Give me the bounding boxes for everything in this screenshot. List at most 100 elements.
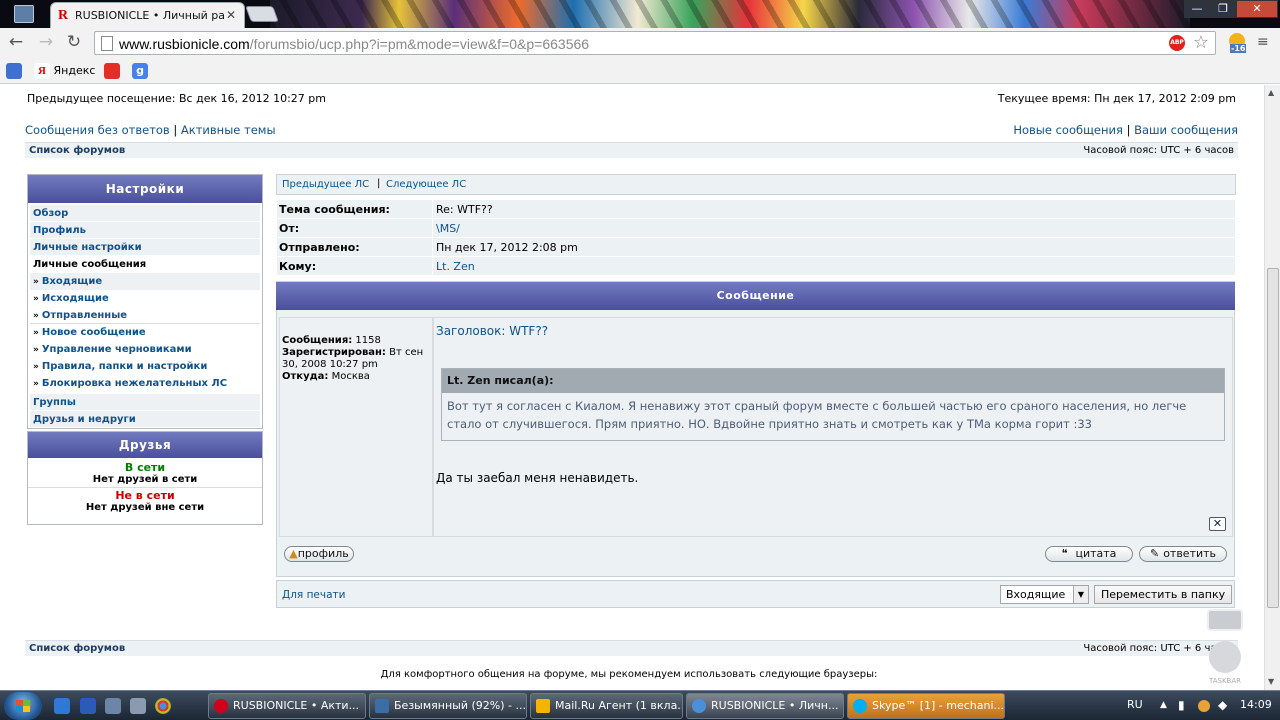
bottom-forum-list-link[interactable]: Список форумов: [29, 643, 125, 654]
reply-button[interactable]: ✎ ответить: [1139, 546, 1227, 562]
browser-tab[interactable]: R RUSBIONICLE • Личный раз ✕: [50, 2, 245, 28]
rusbionicle-favicon-icon: R: [58, 8, 69, 23]
pm-drafts[interactable]: » Управление черновиками: [30, 341, 260, 358]
page-scrollbar[interactable]: ▲ ▼: [1264, 85, 1280, 690]
taskbar-item-chrome[interactable]: RUSBIONICLE • Личн...: [686, 693, 844, 719]
network-icon[interactable]: ▮: [1178, 691, 1185, 719]
offline-empty-text: Нет друзей вне сети: [85, 502, 205, 513]
wrench-menu-icon[interactable]: ≡: [1257, 34, 1273, 50]
quote-button[interactable]: ❝ цитата: [1045, 546, 1133, 562]
bookmark-youtube[interactable]: [104, 62, 120, 79]
nav-profile[interactable]: Профиль: [30, 222, 260, 239]
arrow-icon: »: [33, 328, 39, 338]
arrow-icon: »: [33, 362, 39, 372]
folder-select[interactable]: Входящие ▼: [1000, 585, 1089, 604]
profile-button[interactable]: ▲профиль: [284, 546, 354, 562]
weather-extension-icon[interactable]: -16: [1224, 30, 1250, 56]
bookmarks-bar: Я Яндекс g: [0, 58, 1280, 84]
author-location: Москва: [331, 371, 370, 382]
next-pm-link[interactable]: Следующее ЛС: [386, 179, 466, 190]
friends-panel: Друзья В сети Нет друзей в сети Не в сет…: [27, 431, 263, 525]
back-button[interactable]: ←: [6, 33, 26, 53]
nav-preferences[interactable]: Личные настройки: [30, 239, 260, 256]
arrow-icon: »: [33, 311, 39, 321]
pm-rules[interactable]: » Правила, папки и настройки: [30, 358, 260, 375]
print-link[interactable]: Для печати: [282, 589, 345, 601]
unanswered-link[interactable]: Сообщения без ответов: [25, 123, 170, 137]
pm-compose[interactable]: » Новое сообщение: [30, 324, 260, 341]
maximize-button[interactable]: ❐: [1210, 0, 1236, 18]
forward-button[interactable]: →: [36, 33, 56, 53]
scroll-down-icon[interactable]: ▼: [1268, 677, 1274, 686]
url-path: /forumsbio/ucp.php?i=pm&mode=view&f=0&p=…: [249, 36, 590, 52]
word-icon[interactable]: [80, 698, 96, 714]
taskbar-item-mailru[interactable]: Mail.Ru Агент (1 вкла...: [530, 693, 683, 719]
show-hidden-icons-icon[interactable]: ▲: [1160, 691, 1167, 719]
bookmark-translate[interactable]: [6, 62, 22, 79]
chrome-icon[interactable]: [155, 698, 171, 714]
desktop-icon[interactable]: [105, 698, 121, 714]
nav-groups[interactable]: Группы: [30, 394, 260, 411]
taskbar-item-opera[interactable]: RUSBIONICLE • Акти...: [208, 693, 366, 719]
pm-inbox[interactable]: » Входящие: [30, 273, 260, 290]
bottom-breadcrumb-bar: Список форумов Часовой пояс: UTC + 6 час…: [25, 640, 1238, 657]
taskbar-item-skype[interactable]: Skype™ [1] - mechani...: [847, 693, 1005, 719]
bookmark-yandex[interactable]: Я Яндекс: [34, 62, 95, 79]
sender-link[interactable]: \MS/: [432, 219, 460, 238]
language-indicator[interactable]: RU: [1127, 691, 1143, 719]
app-icon[interactable]: [130, 698, 146, 714]
recipient-link[interactable]: Lt. Zen: [432, 257, 475, 276]
move-to-folder-button[interactable]: Переместить в папку: [1094, 585, 1233, 604]
forum-list-link[interactable]: Список форумов: [29, 145, 125, 156]
arrow-icon: »: [33, 345, 39, 355]
arrow-icon: »: [33, 277, 39, 287]
volume-icon[interactable]: ◆: [1218, 691, 1227, 719]
friends-title: Друзья: [28, 432, 262, 458]
minimize-button[interactable]: —: [1184, 0, 1210, 18]
address-bar[interactable]: www.rusbionicle.com/forumsbio/ucp.php?i=…: [94, 31, 1216, 55]
arrow-icon: »: [33, 294, 39, 304]
online-heading: В сети: [124, 461, 166, 474]
quick-links-right: Новые сообщения | Ваши сообщения: [1013, 123, 1238, 137]
prev-pm-link[interactable]: Предыдущее ЛС: [282, 179, 369, 190]
arrow-icon: »: [33, 379, 39, 389]
delete-icon[interactable]: ✕: [1209, 517, 1226, 531]
opera-icon: [214, 699, 228, 713]
new-posts-link[interactable]: Новые сообщения: [1013, 123, 1123, 137]
your-posts-link[interactable]: Ваши сообщения: [1134, 123, 1238, 137]
youtube-icon: [104, 63, 120, 79]
window-menu-icon[interactable]: [14, 5, 34, 23]
skype-icon: [853, 699, 867, 713]
taskbar-item-paint[interactable]: Безымянный (92%) - ...: [369, 693, 527, 719]
nav-friends-foes[interactable]: Друзья и недруги: [30, 411, 260, 428]
url-host: www.rusbionicle.com: [119, 36, 250, 52]
bookmark-star-icon[interactable]: ☆: [1193, 32, 1209, 53]
quick-links-left: Сообщения без ответов | Активные темы: [25, 123, 276, 137]
clock[interactable]: 14:09: [1240, 691, 1272, 719]
notification-icon[interactable]: [1198, 700, 1210, 712]
pm-block[interactable]: » Блокировка нежелательных ЛС: [30, 375, 260, 392]
taskbar-overlay-gadget[interactable]: TASKBAR: [1205, 605, 1245, 690]
browser-recommendation-text: Для комфортного общения на форуме, мы ре…: [380, 669, 878, 680]
translate-icon: [6, 63, 22, 79]
message-subject: Заголовок: WTF??: [436, 324, 549, 338]
start-button[interactable]: [4, 692, 42, 720]
reload-button[interactable]: ↻: [64, 33, 84, 53]
pm-sent[interactable]: » Отправленные: [30, 307, 260, 324]
from-row: От: \MS/: [277, 219, 1235, 238]
new-tab-button[interactable]: [245, 6, 279, 22]
quote-icon: ❝: [1061, 547, 1068, 560]
ie-icon[interactable]: [54, 698, 70, 714]
active-topics-link[interactable]: Активные темы: [181, 123, 276, 137]
close-window-button[interactable]: ✕: [1236, 0, 1278, 18]
tab-close-icon[interactable]: ✕: [226, 8, 236, 22]
adblock-icon[interactable]: ABP: [1169, 35, 1185, 51]
nav-private-messages[interactable]: Личные сообщения: [30, 256, 260, 273]
scroll-up-icon[interactable]: ▲: [1268, 88, 1274, 97]
browser-toolbar: ← → ↻ www.rusbionicle.com/forumsbio/ucp.…: [0, 28, 1280, 58]
bookmark-google[interactable]: g: [132, 62, 148, 79]
pm-outbox[interactable]: » Исходящие: [30, 290, 260, 307]
settings-title: Настройки: [28, 175, 262, 203]
scrollbar-thumb[interactable]: [1267, 268, 1279, 608]
nav-overview[interactable]: Обзор: [30, 205, 260, 222]
